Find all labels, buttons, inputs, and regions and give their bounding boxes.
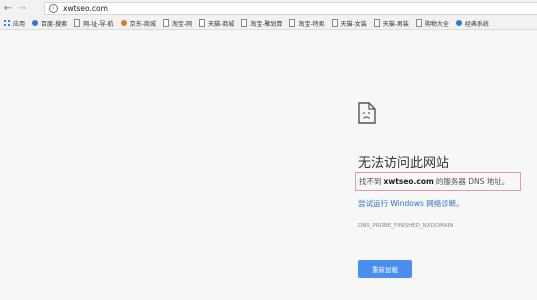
url-text: xwtseo.com bbox=[63, 4, 108, 13]
bookmark-item[interactable]: 购物大全 bbox=[415, 19, 449, 28]
bookmark-item[interactable]: 淘宝-聚划算 bbox=[241, 19, 282, 28]
bookmark-item[interactable]: 百度-搜索 bbox=[32, 19, 67, 28]
info-icon[interactable]: i bbox=[49, 4, 58, 13]
reload-button[interactable]: 重新加载 bbox=[358, 260, 412, 278]
page-icon bbox=[199, 19, 206, 27]
bookmark-label: 天猫-商城 bbox=[208, 20, 235, 28]
bookmark-item[interactable]: 经典系统 bbox=[455, 19, 489, 28]
arrow-left-icon: ← bbox=[3, 3, 13, 14]
forward-button[interactable]: → bbox=[16, 2, 28, 16]
page-icon bbox=[415, 19, 422, 27]
bookmark-label: 淘宝-聚划算 bbox=[250, 20, 283, 28]
bookmark-label: 应用 bbox=[13, 20, 26, 28]
globe-icon bbox=[120, 20, 127, 26]
bookmark-label: 百度-搜索 bbox=[41, 20, 68, 28]
bookmark-item[interactable]: 天猫-女装 bbox=[331, 19, 367, 28]
page-icon bbox=[241, 19, 248, 27]
bookmark-label: 天猫-男装 bbox=[382, 20, 409, 28]
address-bar[interactable]: i xwtseo.com bbox=[44, 2, 537, 15]
arrow-right-icon: → bbox=[17, 3, 27, 14]
error-domain: xwtseo.com bbox=[383, 177, 434, 186]
error-code: DNS_PROBE_FINISHED_NXDOMAIN bbox=[358, 223, 454, 229]
bookmark-item[interactable]: 淘宝-网 bbox=[162, 19, 193, 28]
bookmark-apps[interactable]: 应用 bbox=[4, 19, 25, 28]
browser-toolbar: ← → i xwtseo.com bbox=[0, 0, 537, 17]
bookmark-label: 京东-商城 bbox=[129, 20, 156, 28]
error-title: 无法访问此网站 bbox=[358, 156, 450, 171]
page-icon bbox=[373, 19, 380, 27]
apps-grid-icon bbox=[4, 20, 10, 26]
bookmark-item[interactable]: 淘宝-特卖 bbox=[289, 19, 325, 28]
bookmark-item[interactable]: 天猫-男装 bbox=[373, 19, 409, 28]
network-diagnose-link[interactable]: 尝试运行 Windows 网络诊断。 bbox=[358, 198, 464, 209]
bookmark-item[interactable]: 京东-商城 bbox=[120, 19, 156, 28]
back-button[interactable]: ← bbox=[2, 2, 14, 16]
bookmark-label: 天猫-女装 bbox=[340, 20, 367, 28]
bookmark-item[interactable]: 天猫-商城 bbox=[199, 19, 234, 28]
sad-page-icon bbox=[358, 102, 376, 124]
bookmark-label: 淘宝-网 bbox=[171, 20, 193, 28]
bookmark-label: 购物大全 bbox=[424, 20, 449, 28]
bookmark-label: 淘宝-特卖 bbox=[298, 20, 325, 28]
error-prefix: 找不到 bbox=[359, 177, 382, 186]
page-icon bbox=[74, 19, 81, 27]
page-icon bbox=[289, 19, 296, 27]
bookmark-item[interactable]: 网-址-导-航 bbox=[74, 19, 114, 28]
globe-icon bbox=[455, 20, 462, 26]
globe-icon bbox=[32, 20, 39, 26]
bookmarks-bar: 应用 百度-搜索 网-址-导-航 京东-商城 淘宝-网 天猫-商城 淘宝-聚划算… bbox=[0, 17, 537, 30]
bookmark-label: 网-址-导-航 bbox=[83, 20, 114, 28]
page-icon bbox=[162, 19, 169, 27]
bookmark-label: 经典系统 bbox=[464, 20, 489, 28]
page-icon bbox=[331, 19, 338, 27]
error-suffix: 的服务器 DNS 地址。 bbox=[435, 177, 510, 186]
dns-error-message: 找不到 xwtseo.com 的服务器 DNS 地址。 bbox=[355, 172, 521, 191]
